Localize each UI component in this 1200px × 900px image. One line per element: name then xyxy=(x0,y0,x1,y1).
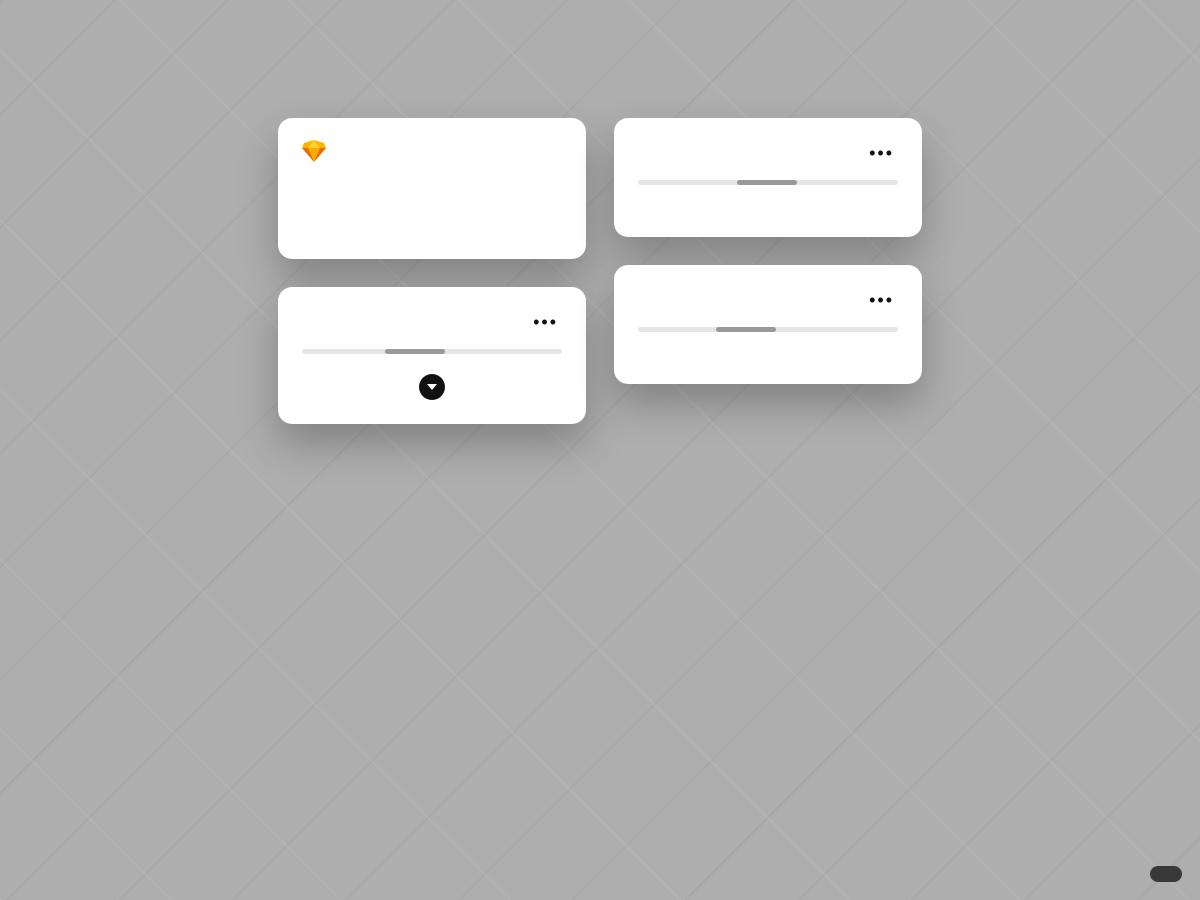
more-icon[interactable]: ••• xyxy=(865,287,898,313)
watermark-badge xyxy=(1150,866,1182,882)
expand-button[interactable] xyxy=(419,374,445,400)
scroll-indicator[interactable] xyxy=(302,349,562,354)
losers-card: ••• xyxy=(614,118,922,237)
left-column: ••• xyxy=(278,118,586,424)
portfolio-card: ••• xyxy=(278,287,586,424)
movers-header: ••• xyxy=(638,287,898,313)
portfolio-header: ••• xyxy=(302,309,562,335)
right-column: ••• ••• xyxy=(614,118,922,384)
sketch-icon xyxy=(302,140,326,162)
scroll-indicator[interactable] xyxy=(638,327,898,332)
more-icon[interactable]: ••• xyxy=(865,140,898,166)
scroll-indicator[interactable] xyxy=(638,180,898,185)
card-stage: ••• ••• xyxy=(0,0,1200,900)
chevron-down-icon xyxy=(427,384,437,390)
intro-title xyxy=(302,186,562,215)
more-icon[interactable]: ••• xyxy=(529,309,562,335)
movers-card: ••• xyxy=(614,265,922,384)
losers-header: ••• xyxy=(638,140,898,166)
intro-card xyxy=(278,118,586,259)
